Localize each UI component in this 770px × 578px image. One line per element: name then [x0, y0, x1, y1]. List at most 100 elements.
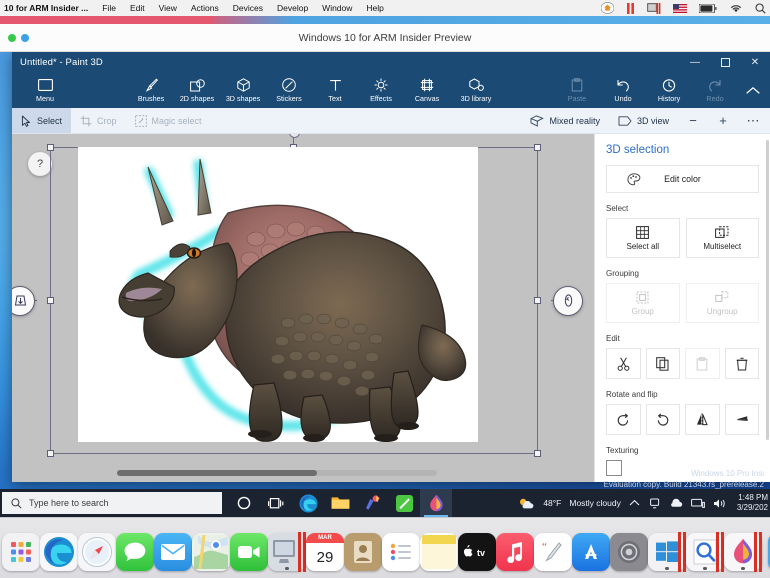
resize-handle-middle-left[interactable] [47, 296, 54, 304]
dock-item-safari[interactable] [78, 525, 116, 571]
task-view-icon[interactable] [260, 489, 292, 517]
dock-item-app-store[interactable] [572, 525, 610, 571]
file-explorer-icon[interactable] [324, 489, 356, 517]
spotlight-search-icon[interactable] [755, 2, 766, 14]
partly-cloudy-icon[interactable] [518, 497, 535, 510]
home-icon[interactable] [601, 2, 614, 14]
ribbon-canvas-button[interactable]: Canvas [404, 73, 450, 107]
paint3d-taskbar-icon[interactable] [356, 489, 388, 517]
dock-item-apple-tv[interactable]: tv [458, 525, 496, 571]
pause-icon[interactable] [626, 2, 635, 14]
battery-icon[interactable] [699, 3, 717, 13]
dock-item-system-settings[interactable] [610, 525, 648, 571]
onedrive-icon[interactable] [648, 498, 661, 509]
zoom-out-button[interactable]: − [678, 108, 708, 133]
ribbon-menu-button[interactable]: Menu [22, 73, 68, 107]
cloud-icon[interactable] [669, 498, 683, 508]
dock-item-music[interactable] [496, 525, 534, 571]
dock-item-reminders[interactable] [382, 525, 420, 571]
resize-handle-top-left[interactable] [47, 144, 54, 151]
dock-item-preview[interactable] [686, 525, 726, 572]
dock-item-parallels-desktop[interactable] [268, 525, 308, 572]
ribbon-effects-button[interactable]: Effects [358, 73, 404, 107]
resize-handle-bottom-left[interactable] [47, 450, 54, 457]
canvas-horizontal-scrollbar[interactable] [117, 470, 437, 476]
mac-menu-window[interactable]: Window [322, 3, 352, 13]
resize-handle-bottom-right[interactable] [534, 450, 541, 457]
panel-scrollbar[interactable] [766, 140, 769, 440]
ungroup-button[interactable]: Ungroup [685, 283, 759, 323]
flip-horizontal-button[interactable] [685, 404, 720, 435]
scrollbar-thumb[interactable] [117, 470, 317, 476]
copy-button[interactable] [645, 348, 680, 379]
edit-color-button[interactable]: Edit color [606, 165, 759, 193]
rotate-handle-icon[interactable] [553, 285, 583, 316]
texturing-checkbox[interactable] [606, 460, 622, 476]
canvas-stage[interactable]: ? [12, 134, 594, 482]
weather-condition[interactable]: Mostly cloudy [569, 498, 621, 508]
network-icon[interactable] [690, 498, 705, 509]
tool-crop[interactable]: Crop [71, 108, 126, 133]
vm-close-dot[interactable] [8, 34, 16, 42]
dock-item-mail[interactable] [154, 525, 192, 571]
volume-icon[interactable] [713, 498, 727, 509]
mac-menu-file[interactable]: File [102, 3, 116, 13]
dock-item-facetime[interactable] [230, 525, 268, 571]
resize-handle-middle-right[interactable] [534, 296, 541, 304]
more-options-button[interactable]: ⋯ [738, 108, 768, 133]
delete-button[interactable] [724, 348, 759, 379]
tool-3d-view[interactable]: 3D view [609, 108, 678, 133]
dock-item-maps[interactable] [192, 525, 230, 571]
dock-item-calendar[interactable]: MAR 29 [306, 525, 344, 571]
multiselect-button[interactable]: Multiselect [685, 218, 759, 258]
mac-menu-develop[interactable]: Develop [277, 3, 308, 13]
ribbon-redo-button[interactable]: Redo [692, 73, 738, 107]
group-button[interactable]: Group [606, 283, 680, 323]
paste-button[interactable] [685, 348, 720, 379]
artboard[interactable] [78, 147, 478, 442]
mac-menu-view[interactable]: View [159, 3, 177, 13]
zoom-in-button[interactable]: + [708, 108, 738, 133]
ribbon-3d-shapes-button[interactable]: 3D shapes [220, 73, 266, 107]
dock-item-microsoft-edge[interactable] [40, 525, 78, 571]
mac-menu-actions[interactable]: Actions [191, 3, 219, 13]
edge-icon[interactable] [292, 489, 324, 517]
mac-menu-edit[interactable]: Edit [130, 3, 145, 13]
ribbon-text-button[interactable]: Text [312, 73, 358, 107]
tool-magic-select[interactable]: Magic select [126, 108, 211, 133]
resize-handle-top-right[interactable] [534, 144, 541, 151]
dock-item-paint-3d-vm[interactable] [724, 525, 764, 572]
mac-menu-devices[interactable]: Devices [233, 3, 263, 13]
weather-temperature[interactable]: 48°F [543, 498, 561, 508]
ribbon-2d-shapes-button[interactable]: 2D shapes [174, 73, 220, 107]
chevron-up-icon[interactable] [629, 499, 640, 507]
ribbon-paste-button[interactable]: Paste [554, 73, 600, 107]
vm-minimize-dot[interactable] [21, 34, 29, 42]
flip-vertical-button[interactable] [724, 404, 759, 435]
dock-item-freeform[interactable]: “ [534, 525, 572, 571]
ribbon-collapse-button[interactable] [738, 73, 768, 107]
ribbon-brushes-button[interactable]: Brushes [128, 73, 174, 107]
green-app-icon[interactable] [388, 489, 420, 517]
close-button[interactable]: ✕ [740, 52, 770, 72]
us-flag-icon[interactable] [673, 3, 687, 13]
ribbon-history-button[interactable]: History [646, 73, 692, 107]
dock-item-notes[interactable] [420, 525, 458, 571]
cut-button[interactable] [606, 348, 641, 379]
ribbon-undo-button[interactable]: Undo [600, 73, 646, 107]
dock-item-messages[interactable] [116, 525, 154, 571]
rotate-right-button[interactable] [645, 404, 680, 435]
vm-icon[interactable] [647, 2, 661, 14]
dock-item-contacts[interactable] [344, 525, 382, 571]
3d-depth-handle-icon[interactable] [12, 285, 35, 316]
dock-item-launchpad[interactable] [2, 525, 40, 571]
maximize-button[interactable] [710, 52, 740, 72]
triceratops-3d-model[interactable] [78, 147, 478, 442]
tool-select[interactable]: Select [12, 108, 72, 133]
dock-item-windows-10-vm[interactable] [648, 525, 688, 572]
mac-menu-help[interactable]: Help [366, 3, 383, 13]
ribbon-stickers-button[interactable]: Stickers [266, 73, 312, 107]
select-all-button[interactable]: Select all [606, 218, 680, 258]
search-input[interactable]: Type here to search [2, 492, 222, 514]
ribbon-3d-library-button[interactable]: 3D library [450, 73, 502, 107]
